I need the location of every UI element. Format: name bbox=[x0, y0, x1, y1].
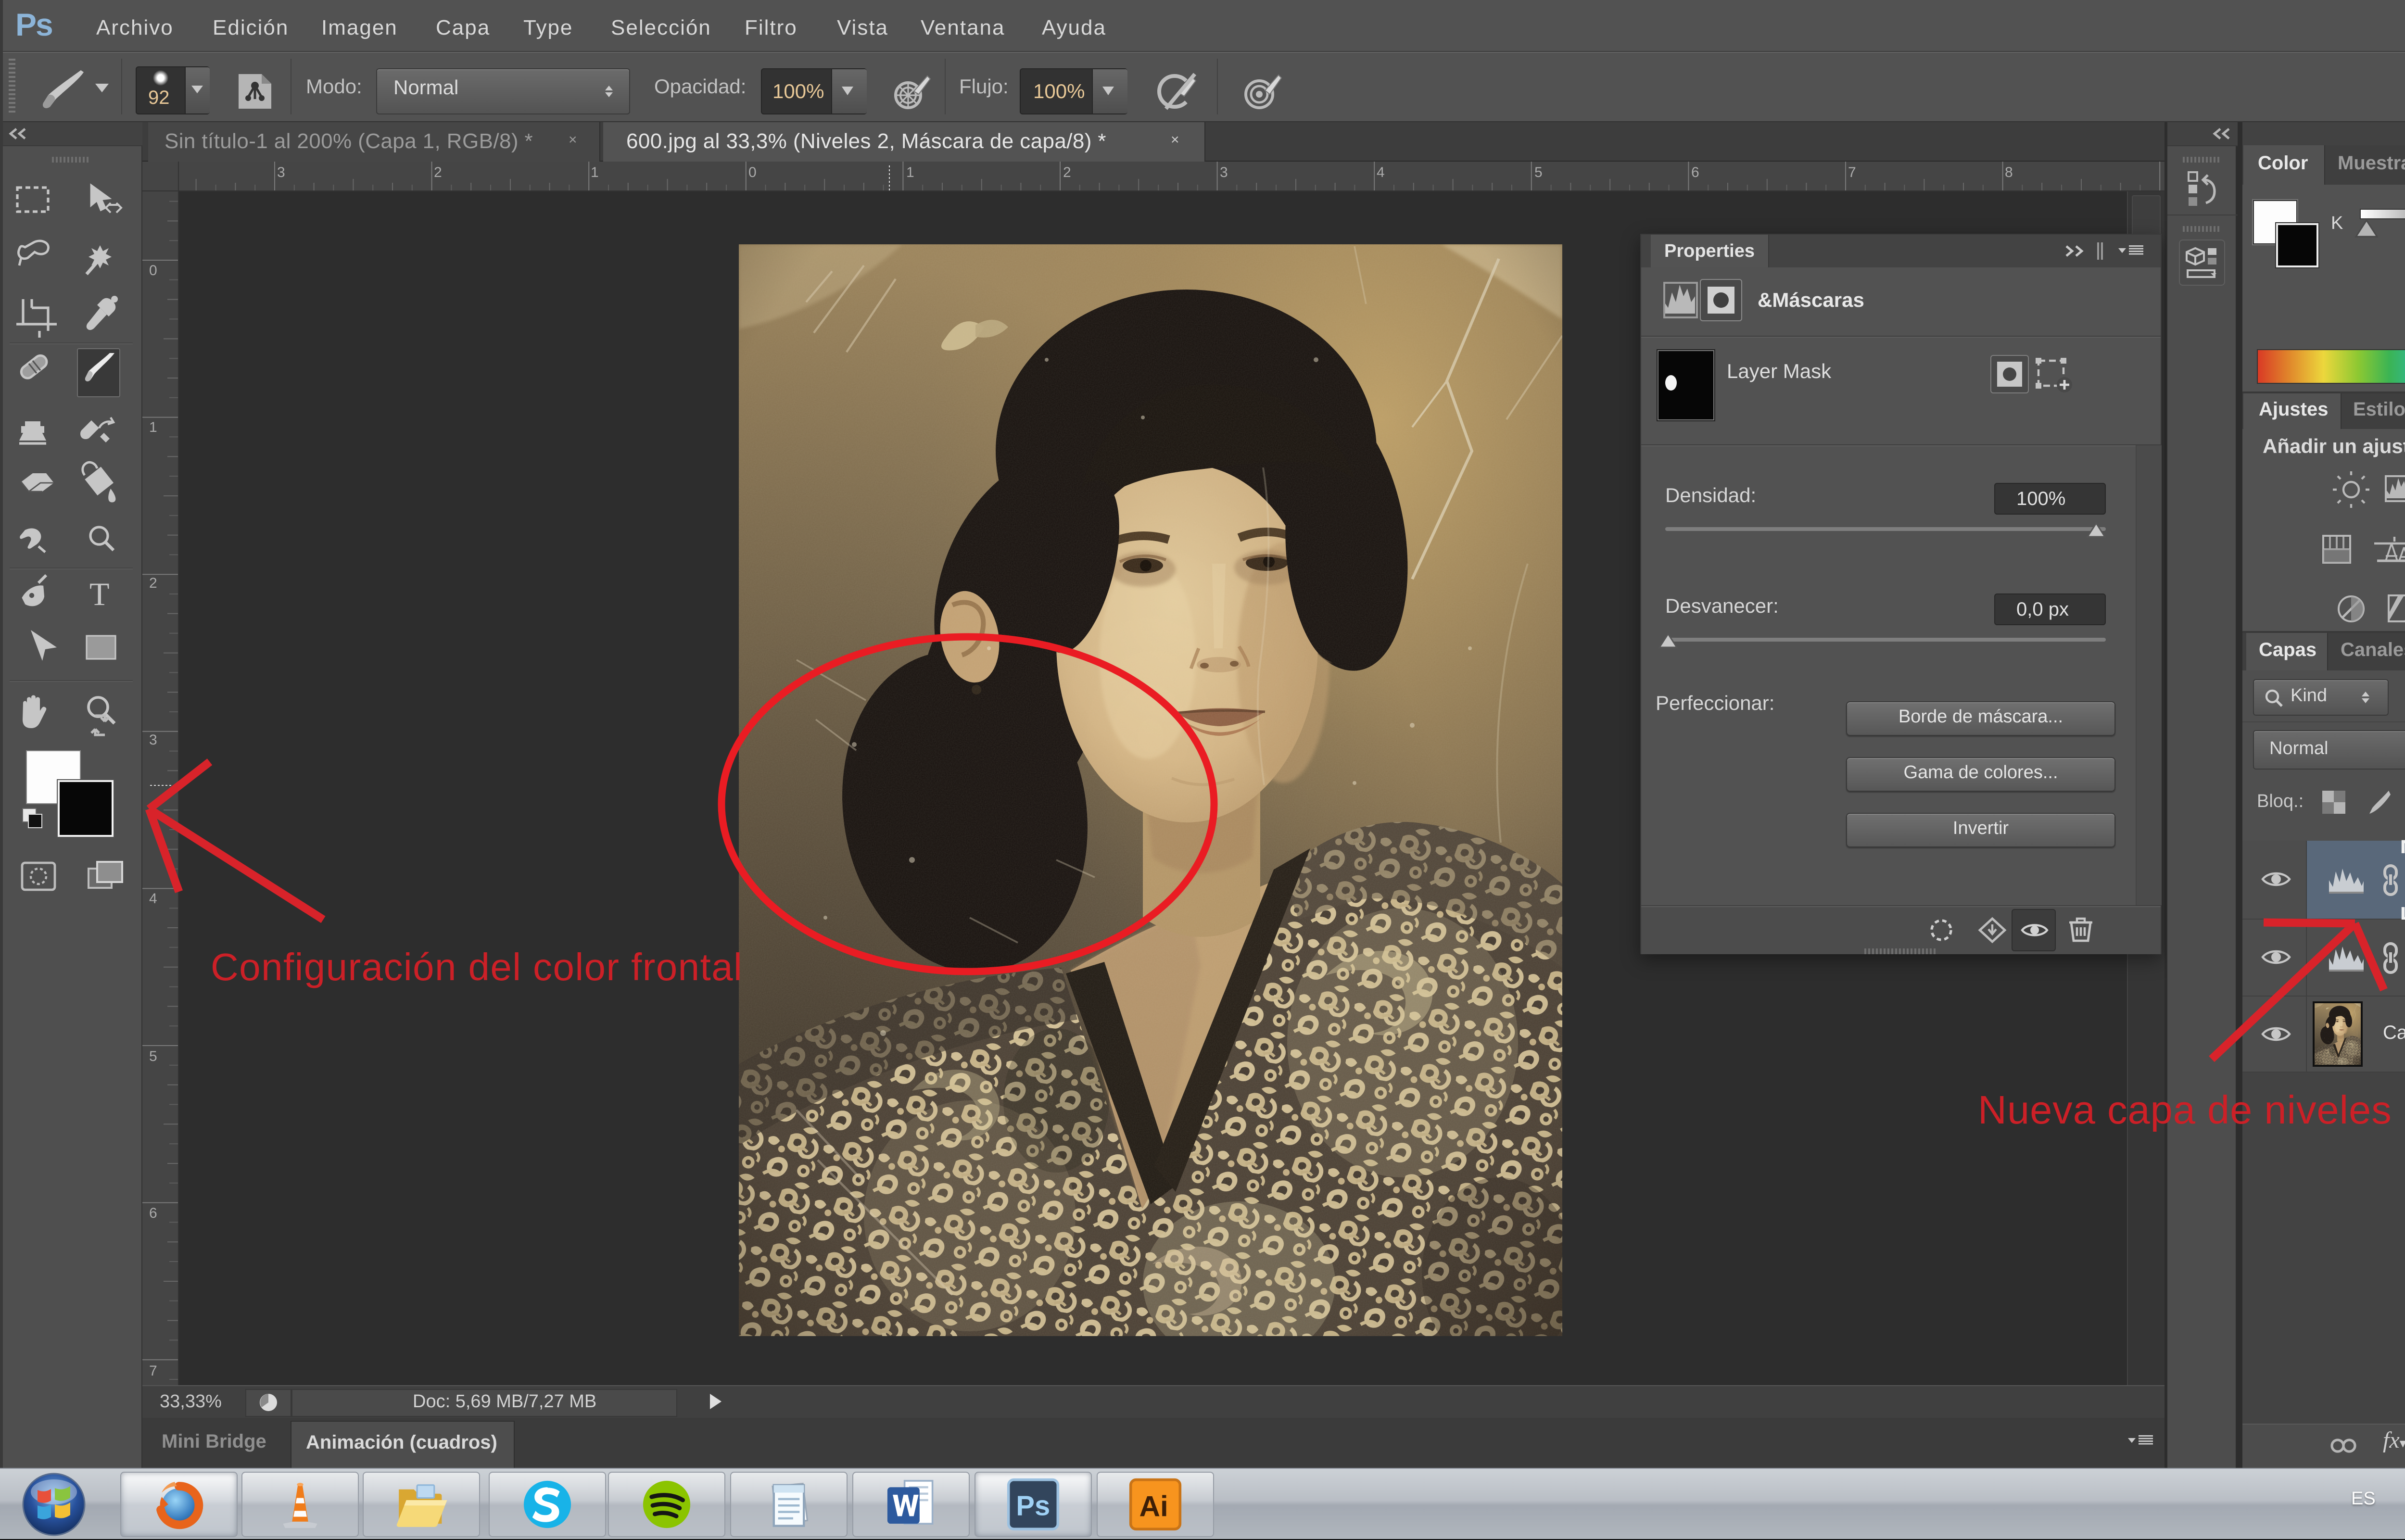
svg-text:Ps: Ps bbox=[1016, 1490, 1050, 1521]
svg-text:Ai: Ai bbox=[1139, 1490, 1168, 1523]
svg-text:T: T bbox=[89, 576, 110, 612]
